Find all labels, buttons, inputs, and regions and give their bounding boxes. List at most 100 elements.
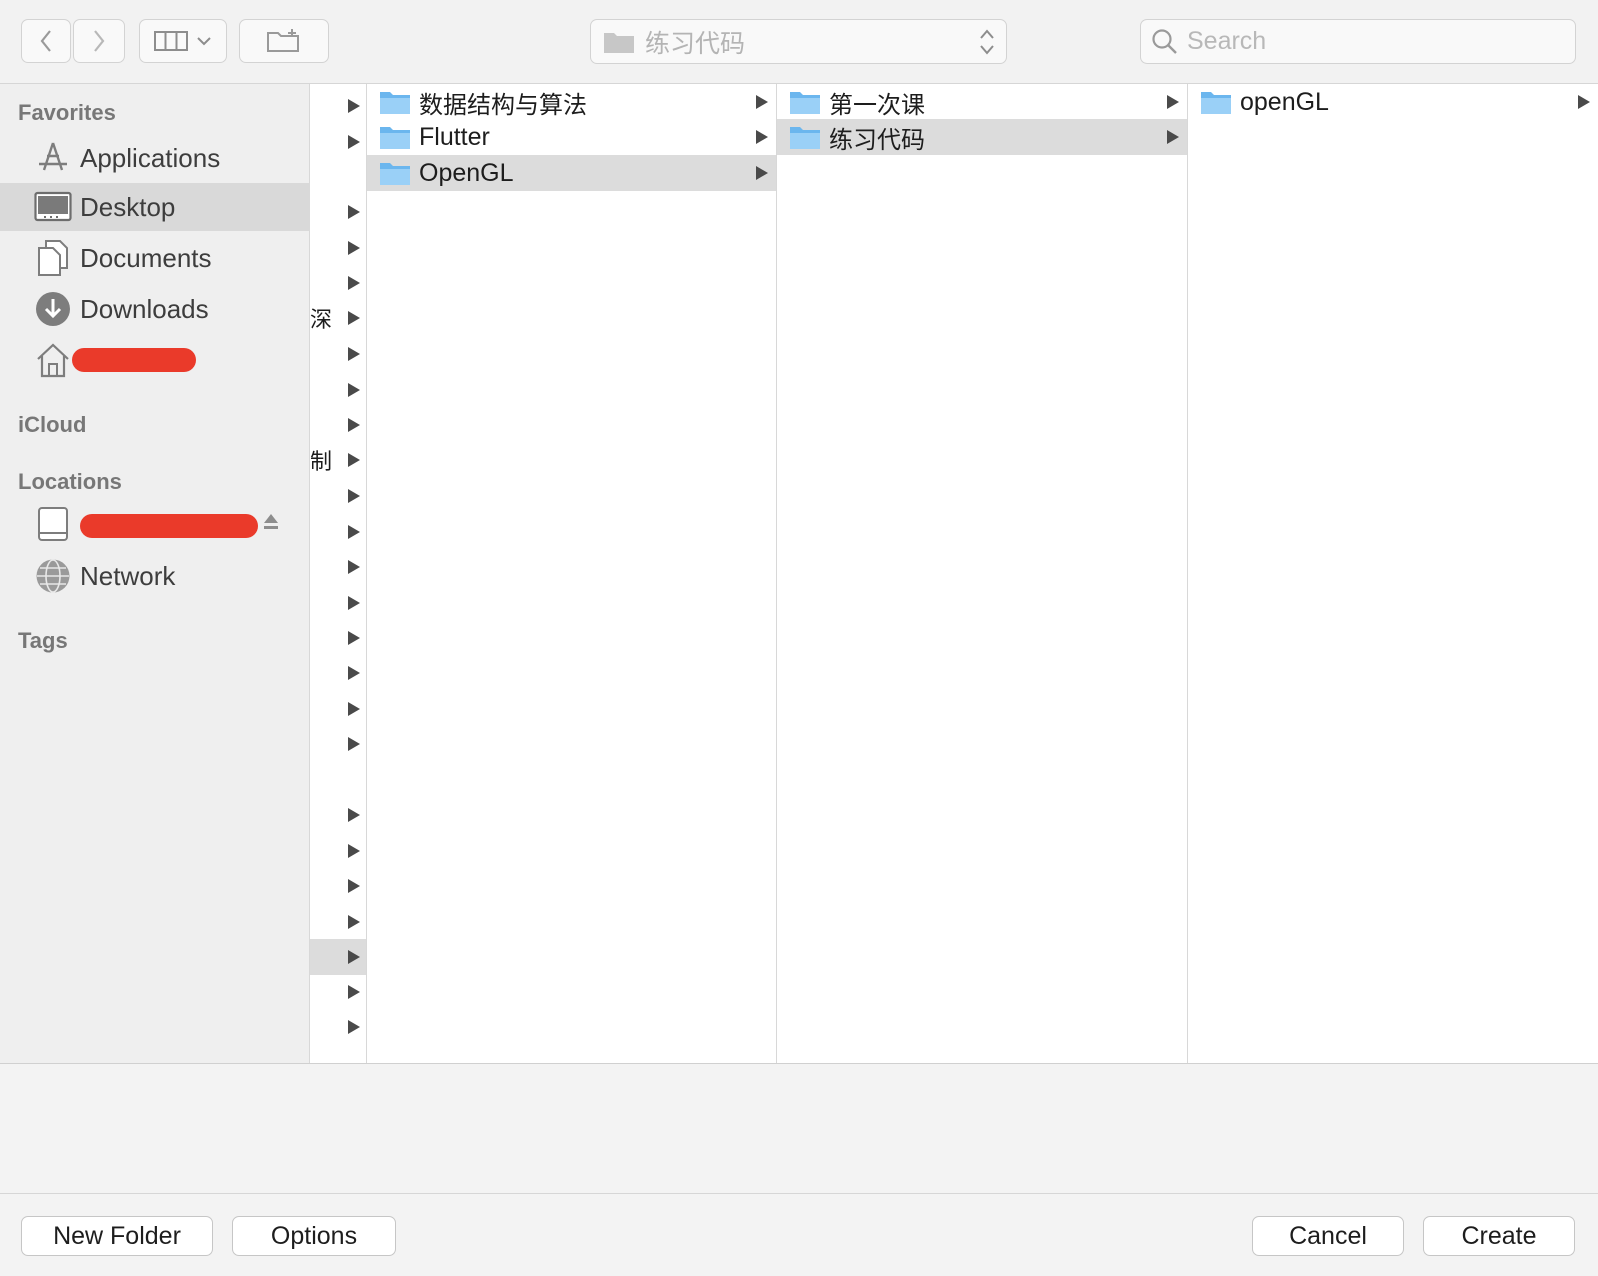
list-item[interactable]	[310, 904, 366, 940]
folder-icon	[1201, 92, 1231, 114]
disclosure-arrow-icon	[348, 879, 360, 893]
folder-icon	[380, 92, 410, 114]
list-item-selected[interactable]	[310, 939, 366, 975]
list-item[interactable]	[310, 124, 366, 160]
list-item[interactable]	[310, 833, 366, 869]
disclosure-arrow-icon	[348, 631, 360, 645]
disclosure-arrow-icon	[348, 241, 360, 255]
disclosure-arrow-icon	[348, 453, 360, 467]
updown-chevrons-icon	[980, 28, 994, 55]
network-icon	[34, 557, 72, 595]
cancel-button[interactable]: Cancel	[1252, 1216, 1404, 1256]
disclosure-arrow-icon	[348, 808, 360, 822]
disclosure-arrow-icon	[348, 915, 360, 929]
sidebar-item-home[interactable]	[0, 336, 310, 384]
view-mode-button[interactable]	[139, 19, 227, 63]
sidebar-item-label: Applications	[80, 142, 221, 173]
folder-item[interactable]: 数据结构与算法	[367, 84, 776, 120]
disclosure-arrow-icon	[348, 666, 360, 680]
redacted-username	[72, 348, 196, 372]
folder-label: OpenGL	[419, 158, 514, 187]
back-button[interactable]	[21, 19, 71, 63]
list-item[interactable]	[310, 88, 366, 124]
list-item[interactable]	[310, 1009, 366, 1045]
columns-view-icon	[154, 31, 188, 51]
folder-label: 第一次课	[829, 90, 925, 119]
list-item[interactable]	[310, 230, 366, 266]
folder-icon	[790, 127, 820, 149]
search-icon	[1152, 28, 1177, 54]
disclosure-arrow-icon	[348, 311, 360, 325]
applications-icon	[34, 139, 72, 177]
search-field[interactable]	[1140, 19, 1576, 64]
folder-item[interactable]: Flutter	[367, 119, 776, 155]
folder-icon	[380, 127, 410, 149]
list-item[interactable]	[310, 585, 366, 621]
disclosure-arrow-icon	[348, 596, 360, 610]
folder-item-selected[interactable]: OpenGL	[367, 155, 776, 191]
list-item[interactable]	[310, 336, 366, 372]
forward-button[interactable]	[73, 19, 125, 63]
list-item[interactable]	[310, 514, 366, 550]
sidebar-item-documents[interactable]: Documents	[0, 234, 310, 282]
create-button[interactable]: Create	[1423, 1216, 1575, 1256]
desktop-icon	[34, 188, 72, 226]
list-item[interactable]	[310, 691, 366, 727]
locations-header: Locations	[18, 469, 122, 494]
sidebar-item-label: Documents	[80, 242, 212, 273]
downloads-icon	[34, 290, 72, 328]
sidebar-item-downloads[interactable]: Downloads	[0, 285, 310, 333]
folder-item[interactable]: openGL	[1188, 84, 1598, 120]
list-item[interactable]	[310, 868, 366, 904]
disclosure-arrow-icon	[348, 99, 360, 113]
search-input[interactable]	[1187, 27, 1567, 56]
disclosure-arrow-icon	[348, 525, 360, 539]
options-button[interactable]: Options	[232, 1216, 396, 1256]
disclosure-arrow-icon	[348, 205, 360, 219]
folder-icon	[380, 163, 410, 185]
list-item[interactable]	[310, 372, 366, 408]
eject-icon[interactable]	[262, 512, 280, 537]
list-item[interactable]	[310, 797, 366, 833]
folder-item-selected[interactable]: 练习代码	[777, 119, 1187, 155]
list-item[interactable]	[310, 194, 366, 230]
browser-column-3: openGL	[1188, 84, 1598, 1063]
sidebar-item-applications[interactable]: Applications	[0, 134, 310, 182]
disclosure-arrow-icon	[756, 166, 768, 180]
list-item[interactable]	[310, 549, 366, 585]
disclosure-arrow-icon	[348, 135, 360, 149]
browser-column-1: 数据结构与算法 Flutter OpenGL	[367, 84, 777, 1063]
list-item[interactable]	[310, 265, 366, 301]
list-item[interactable]	[310, 726, 366, 762]
folder-label: Flutter	[419, 122, 490, 151]
new-folder-toolbar-button[interactable]	[239, 19, 329, 63]
disclosure-arrow-icon	[1167, 95, 1179, 109]
folder-icon	[790, 92, 820, 114]
path-popup[interactable]: 练习代码	[590, 19, 1007, 64]
list-item[interactable]: 深	[310, 300, 366, 336]
path-popup-label: 练习代码	[645, 28, 746, 58]
list-item[interactable]	[310, 974, 366, 1010]
sidebar-item-network[interactable]: Network	[0, 552, 310, 600]
list-item[interactable]	[310, 407, 366, 443]
list-item[interactable]	[310, 655, 366, 691]
list-item[interactable]: 制	[310, 442, 366, 478]
disclosure-arrow-icon	[348, 489, 360, 503]
new-folder-button[interactable]: New Folder	[21, 1216, 213, 1256]
disclosure-arrow-icon	[756, 130, 768, 144]
folder-label: 练习代码	[829, 125, 925, 154]
folder-label: openGL	[1240, 87, 1329, 116]
dialog-footer: New Folder Options Cancel Create	[0, 1193, 1598, 1276]
disclosure-arrow-icon	[756, 95, 768, 109]
disclosure-arrow-icon	[348, 737, 360, 751]
favorites-header: Favorites	[18, 100, 116, 125]
sidebar-item-desktop[interactable]: Desktop	[0, 183, 310, 231]
folder-item[interactable]: 第一次课	[777, 84, 1187, 120]
tags-header: Tags	[18, 628, 68, 653]
accessory-area	[0, 1063, 1598, 1193]
list-item[interactable]	[310, 620, 366, 656]
sidebar-item-disk[interactable]	[0, 500, 310, 548]
folder-icon	[604, 32, 634, 53]
disclosure-arrow-icon	[348, 702, 360, 716]
list-item[interactable]	[310, 478, 366, 514]
